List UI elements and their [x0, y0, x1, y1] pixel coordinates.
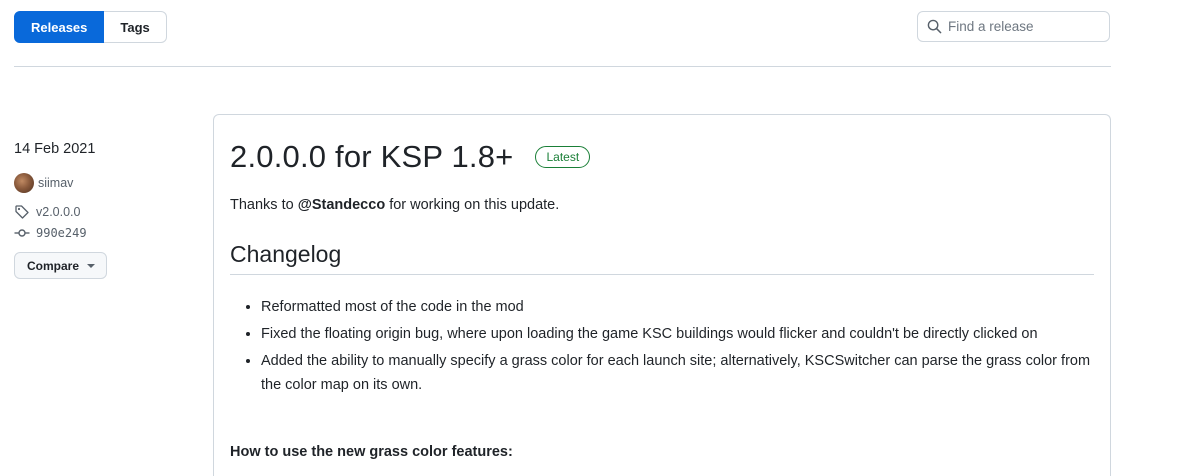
tab-tags[interactable]: Tags [104, 11, 167, 43]
release-thanks: Thanks to @Standecco for working on this… [230, 197, 559, 213]
latest-badge: Latest [535, 146, 591, 168]
divider [14, 66, 1111, 67]
search-input[interactable] [948, 19, 1108, 34]
changelog-heading: Changelog [230, 241, 1094, 275]
thanks-suffix: for working on this update. [385, 197, 560, 213]
user-mention-link[interactable]: @Standecco [298, 197, 385, 213]
release-title[interactable]: 2.0.0.0 for KSP 1.8+ [230, 139, 513, 175]
tag-icon [15, 205, 29, 219]
author-name: siimav [38, 176, 74, 190]
commit-icon [14, 229, 30, 237]
release-search[interactable] [917, 11, 1110, 42]
release-date: 14 Feb 2021 [14, 141, 96, 157]
list-item: Reformatted most of the code in the mod [261, 295, 1101, 319]
releases-page: Releases Tags 14 Feb 2021 siimav v2.0.0.… [0, 0, 1192, 476]
commit-sha: 990e249 [36, 226, 87, 240]
chevron-down-icon [87, 263, 96, 268]
compare-button[interactable]: Compare [14, 252, 107, 279]
changelog-list: Reformatted most of the code in the mod … [261, 295, 1101, 400]
release-author-link[interactable]: siimav [14, 173, 174, 193]
search-icon [927, 19, 942, 34]
thanks-prefix: Thanks to [230, 197, 298, 213]
releases-tags-nav: Releases Tags [14, 11, 167, 43]
release-meta: 14 Feb 2021 siimav v2.0.0.0 990e249 Comp… [14, 141, 174, 279]
compare-label: Compare [27, 258, 80, 273]
release-commit-link[interactable]: 990e249 [14, 225, 174, 241]
tag-label: v2.0.0.0 [36, 205, 81, 219]
release-header: 2.0.0.0 for KSP 1.8+ Latest [230, 139, 591, 175]
release-card: 2.0.0.0 for KSP 1.8+ Latest Thanks to @S… [213, 114, 1111, 476]
release-tag-link[interactable]: v2.0.0.0 [14, 204, 174, 220]
list-item: Added the ability to manually specify a … [261, 349, 1101, 397]
howto-heading: How to use the new grass color features: [230, 444, 513, 460]
tab-releases[interactable]: Releases [14, 11, 105, 43]
avatar [14, 173, 34, 193]
list-item: Fixed the floating origin bug, where upo… [261, 322, 1101, 346]
